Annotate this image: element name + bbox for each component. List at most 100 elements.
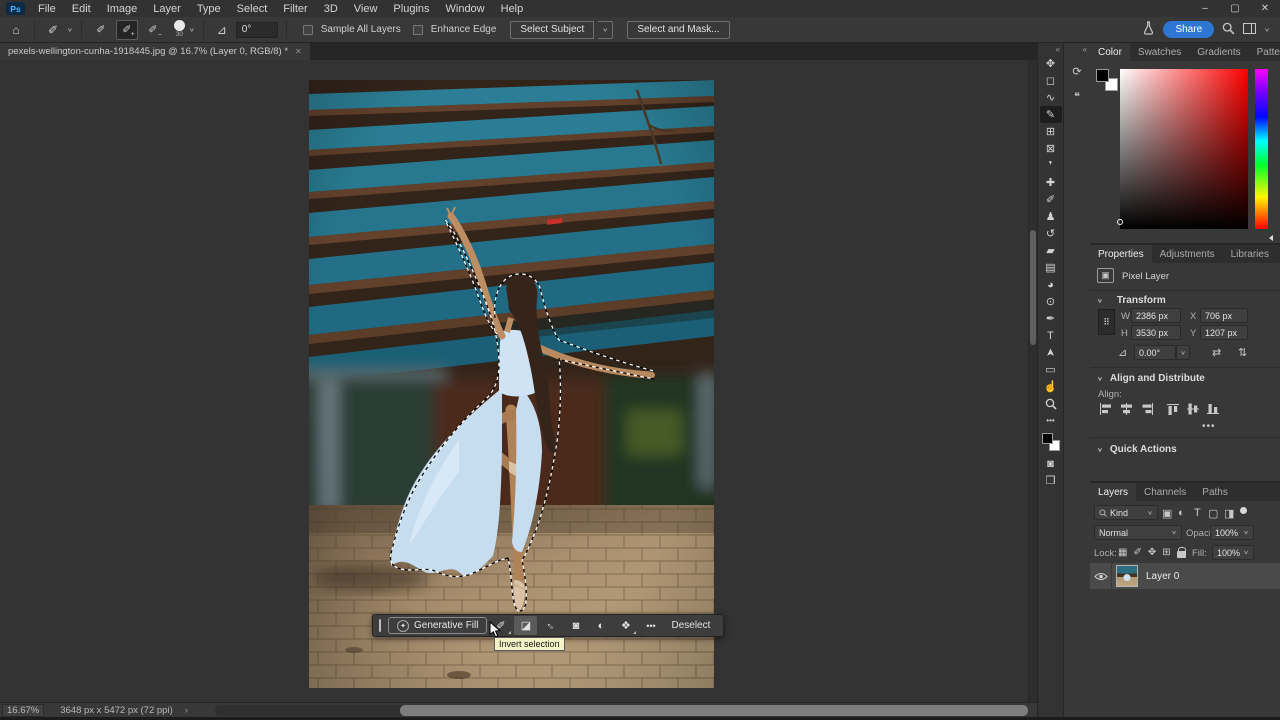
tool-move[interactable]: ✥ bbox=[1040, 55, 1062, 72]
tool-shape[interactable]: ▭ bbox=[1040, 361, 1062, 378]
tab-properties[interactable]: Properties bbox=[1090, 245, 1152, 263]
tool-preset-icon[interactable]: ✐ bbox=[43, 20, 63, 40]
align-horizontal-center-icon[interactable] bbox=[1119, 403, 1134, 415]
menu-select[interactable]: Select bbox=[229, 3, 276, 15]
layer-name[interactable]: Layer 0 bbox=[1146, 571, 1179, 582]
tool-clone-stamp[interactable]: ♟ bbox=[1040, 208, 1062, 225]
align-vertical-center-icon[interactable] bbox=[1186, 403, 1201, 415]
width-field[interactable]: 2386 px bbox=[1131, 308, 1181, 323]
lock-artboard-icon[interactable]: ⊞ bbox=[1162, 547, 1170, 558]
tab-layers[interactable]: Layers bbox=[1090, 483, 1136, 501]
tool-dodge[interactable]: ⊙ bbox=[1040, 293, 1062, 310]
transform-selection-icon[interactable]: ⇔ bbox=[539, 616, 562, 635]
menu-layer[interactable]: Layer bbox=[145, 3, 189, 15]
select-subject-button[interactable]: Select Subject bbox=[510, 21, 594, 39]
tab-paths[interactable]: Paths bbox=[1194, 483, 1236, 501]
vertical-scrollbar[interactable] bbox=[1028, 60, 1037, 702]
saturation-brightness-picker[interactable] bbox=[1120, 69, 1248, 229]
tab-channels[interactable]: Channels bbox=[1136, 483, 1194, 501]
lock-image-pixels-icon[interactable]: ✐ bbox=[1133, 547, 1141, 558]
y-field[interactable]: 1207 px bbox=[1200, 325, 1248, 340]
foreground-background-colors[interactable] bbox=[1096, 69, 1118, 91]
canvas-area[interactable] bbox=[0, 60, 1028, 702]
horizontal-scrollbar-thumb[interactable] bbox=[400, 705, 1028, 716]
tool-path-selection[interactable]: ➤ bbox=[1040, 344, 1062, 361]
tool-hand[interactable]: ☝ bbox=[1040, 378, 1062, 395]
tab-swatches[interactable]: Swatches bbox=[1130, 43, 1189, 61]
blend-mode-dropdown[interactable]: Normal∨ bbox=[1094, 525, 1182, 540]
select-subject-dropdown[interactable]: ∨ bbox=[598, 21, 613, 39]
hue-slider[interactable] bbox=[1255, 69, 1268, 229]
layer-row[interactable]: Layer 0 bbox=[1090, 563, 1280, 589]
menu-image[interactable]: Image bbox=[99, 3, 146, 15]
create-mask-icon[interactable]: ◙ bbox=[564, 616, 587, 635]
zoom-level-field[interactable]: 16.67% bbox=[2, 704, 44, 717]
tool-brush[interactable]: ✐ bbox=[1040, 191, 1062, 208]
collapse-toolbar-icon[interactable]: « bbox=[1056, 45, 1060, 55]
tech-preview-flask-icon[interactable] bbox=[1142, 21, 1155, 38]
align-left-icon[interactable] bbox=[1099, 403, 1114, 415]
filter-shape-layers-icon[interactable]: ▢ bbox=[1208, 507, 1218, 520]
lock-all-icon[interactable] bbox=[1177, 551, 1186, 558]
home-icon[interactable]: ⌂ bbox=[6, 20, 26, 40]
more-align-options-icon[interactable]: ••• bbox=[1202, 421, 1216, 432]
align-top-icon[interactable] bbox=[1166, 403, 1181, 415]
tool-selection-brush[interactable]: ✎ bbox=[1040, 106, 1062, 123]
reference-point-selector[interactable]: ⠿ bbox=[1098, 309, 1115, 335]
x-field[interactable]: 706 px bbox=[1200, 308, 1248, 323]
screen-mode-button[interactable]: ❒ bbox=[1040, 472, 1062, 489]
menu-type[interactable]: Type bbox=[189, 3, 229, 15]
chevron-down-icon[interactable]: ∨ bbox=[67, 26, 73, 32]
tool-eyedropper[interactable]: ❜ bbox=[1040, 157, 1062, 174]
opacity-field[interactable]: 100%∨ bbox=[1210, 525, 1254, 540]
filter-pixel-layers-icon[interactable]: ▣ bbox=[1162, 507, 1172, 520]
layer-visibility-toggle[interactable] bbox=[1090, 563, 1112, 589]
layer-thumbnail[interactable] bbox=[1116, 565, 1138, 587]
status-arrow-icon[interactable]: › bbox=[185, 705, 188, 716]
add-to-selection-mode-icon[interactable]: ✐+ bbox=[116, 20, 138, 40]
fill-selection-icon[interactable]: ❖ bbox=[614, 616, 637, 635]
tool-crop[interactable]: ⊞ bbox=[1040, 123, 1062, 140]
tool-gradient[interactable]: ▤ bbox=[1040, 259, 1062, 276]
tool-rectangular-marquee[interactable]: ◻ bbox=[1040, 72, 1062, 89]
sample-all-layers-checkbox[interactable] bbox=[303, 25, 313, 35]
tab-color[interactable]: Color bbox=[1090, 43, 1130, 61]
menu-window[interactable]: Window bbox=[438, 3, 493, 15]
maximize-button[interactable]: ▢ bbox=[1220, 1, 1250, 17]
align-right-icon[interactable] bbox=[1139, 403, 1154, 415]
tool-history-brush[interactable]: ↺ bbox=[1040, 225, 1062, 242]
tab-patterns[interactable]: Patterns bbox=[1249, 43, 1280, 61]
lock-position-icon[interactable]: ✥ bbox=[1148, 547, 1156, 558]
color-picker-marker[interactable] bbox=[1117, 219, 1123, 225]
photo-document[interactable] bbox=[309, 80, 714, 688]
new-selection-mode-icon[interactable]: ✐ bbox=[90, 20, 112, 40]
more-tools-icon[interactable]: ••• bbox=[1040, 412, 1062, 429]
document-tab[interactable]: pexels-wellington-cunha-1918445.jpg @ 16… bbox=[0, 43, 310, 60]
tab-gradients[interactable]: Gradients bbox=[1189, 43, 1248, 61]
tool-type[interactable]: T bbox=[1040, 327, 1062, 344]
filter-adjustment-layers-icon[interactable]: ◐ bbox=[1178, 507, 1185, 519]
filter-toggle-icon[interactable] bbox=[1240, 507, 1247, 514]
tool-spot-healing[interactable]: ✚ bbox=[1040, 174, 1062, 191]
tool-eraser[interactable]: ▰ bbox=[1040, 242, 1062, 259]
foreground-background-colors[interactable] bbox=[1042, 433, 1060, 451]
invert-selection-icon[interactable]: ◪ bbox=[514, 616, 537, 635]
tool-pen[interactable]: ✒ bbox=[1040, 310, 1062, 327]
menu-file[interactable]: File bbox=[30, 3, 64, 15]
vertical-scrollbar-thumb[interactable] bbox=[1030, 230, 1036, 345]
quick-actions-section-header[interactable]: ∨ Quick Actions bbox=[1097, 444, 1177, 455]
brush-size-picker[interactable]: 30 bbox=[174, 20, 185, 39]
taskbar-drag-handle[interactable] bbox=[379, 619, 381, 632]
enhance-edge-checkbox[interactable] bbox=[413, 25, 423, 35]
layer-filter-kind-dropdown[interactable]: Kind ∨ bbox=[1094, 505, 1158, 520]
menu-edit[interactable]: Edit bbox=[64, 3, 99, 15]
deselect-button[interactable]: Deselect bbox=[664, 620, 717, 631]
flip-horizontal-icon[interactable]: ⇄ bbox=[1212, 346, 1221, 359]
filter-smart-objects-icon[interactable]: ◨ bbox=[1224, 507, 1234, 520]
feather-selection-icon[interactable]: ◐ bbox=[589, 616, 612, 635]
filter-type-layers-icon[interactable]: T bbox=[1194, 507, 1201, 519]
tool-frame[interactable]: ⊠ bbox=[1040, 140, 1062, 157]
menu-3d[interactable]: 3D bbox=[316, 3, 346, 15]
horizontal-scrollbar[interactable] bbox=[215, 705, 1028, 716]
flip-vertical-icon[interactable]: ⇅ bbox=[1238, 346, 1247, 359]
